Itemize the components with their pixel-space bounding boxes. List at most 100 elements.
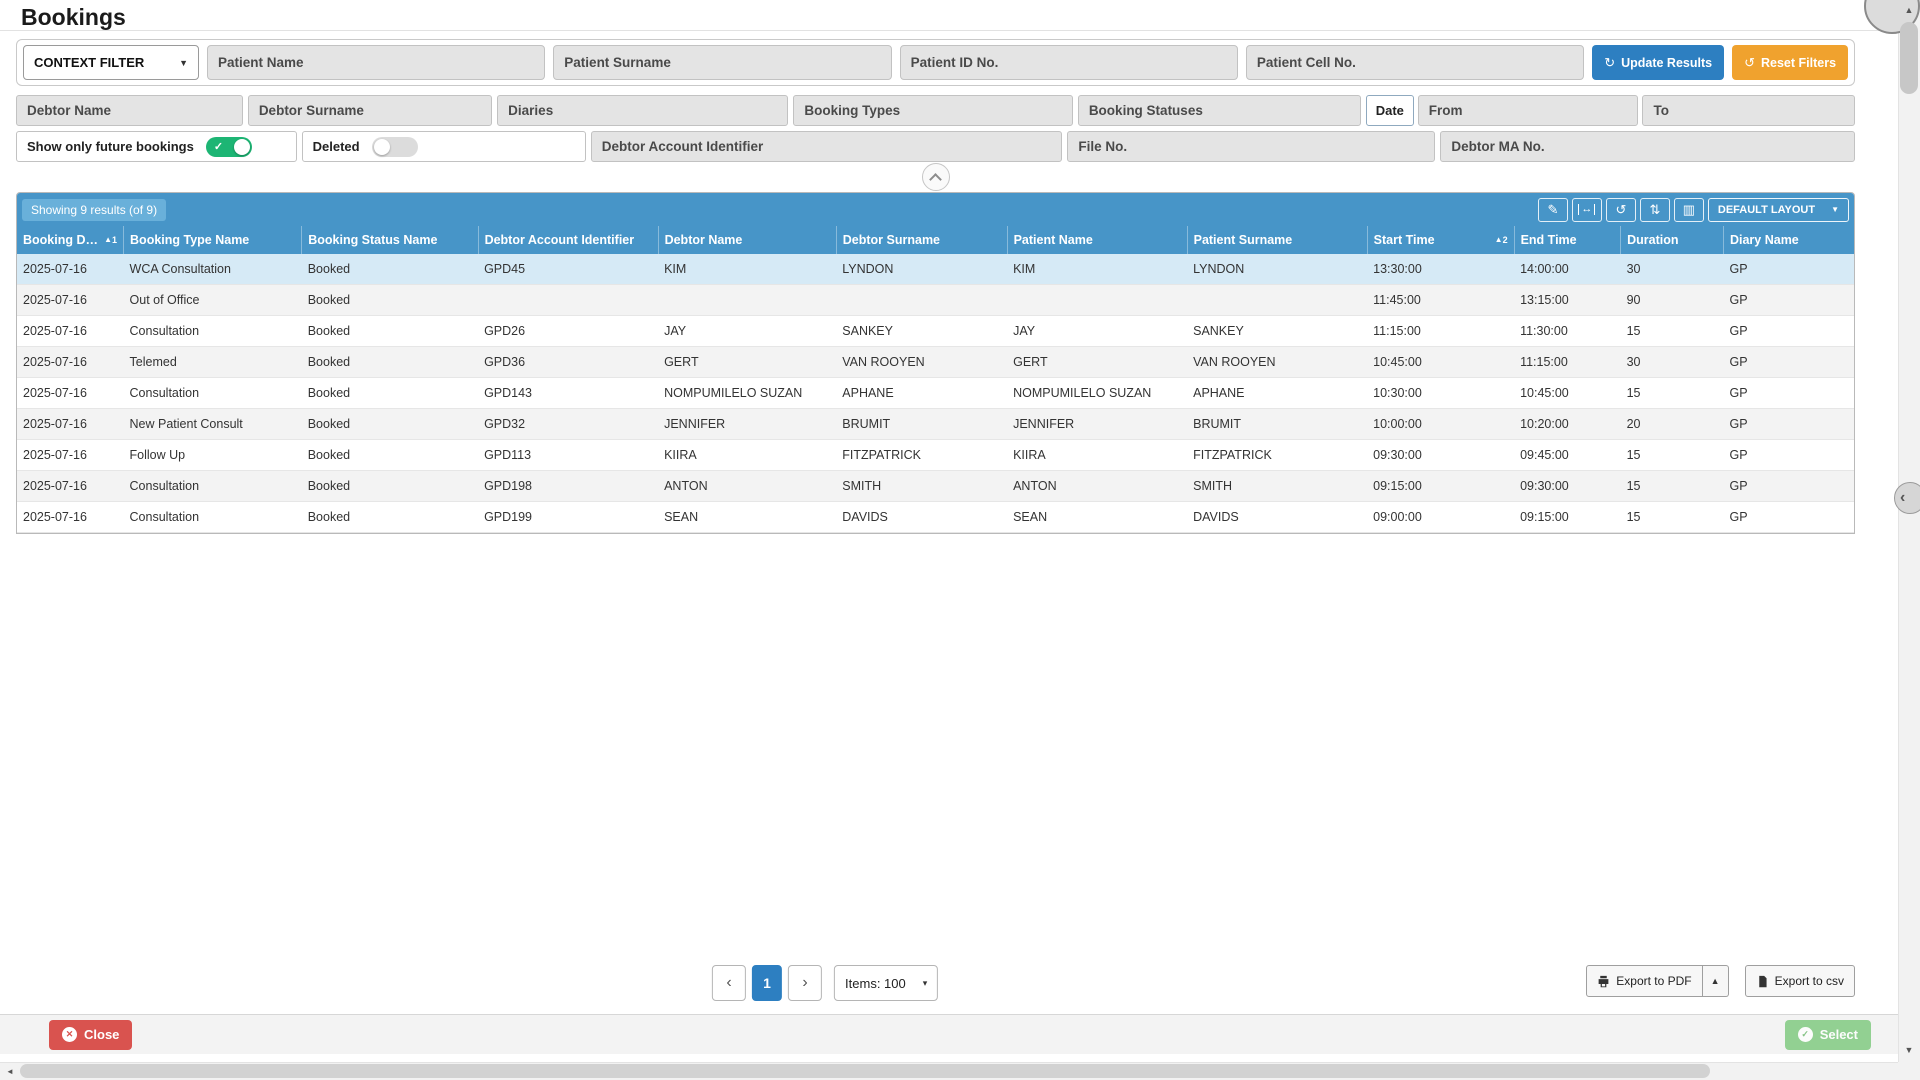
table-cell: SEAN [1007, 502, 1187, 533]
table-cell: GP [1723, 347, 1854, 378]
toggle-knob [374, 139, 390, 155]
side-panel-handle[interactable]: ‹ [1894, 482, 1920, 514]
patient-id-input[interactable] [900, 45, 1238, 80]
collapse-filters-button[interactable] [922, 163, 950, 191]
table-cell: JENNIFER [658, 409, 836, 440]
scroll-left-arrow[interactable]: ◄ [0, 1062, 20, 1080]
table-cell: Booked [302, 254, 478, 285]
table-row[interactable]: 2025-07-16Follow UpBookedGPD113KIIRAFITZ… [17, 440, 1854, 471]
column-header[interactable]: Debtor Name [658, 226, 836, 254]
future-bookings-toggle[interactable]: ✓ [206, 137, 252, 157]
table-cell: 13:30:00 [1367, 254, 1514, 285]
close-button[interactable]: ✕ Close [49, 1020, 132, 1050]
debtor-surname-input[interactable] [248, 95, 492, 126]
booking-types-input[interactable] [793, 95, 1072, 126]
debtor-account-input[interactable] [591, 131, 1063, 162]
column-header[interactable]: Booking Type Name [124, 226, 302, 254]
column-header[interactable]: Start Time▲2 [1367, 226, 1514, 254]
edit-icon-button[interactable]: ✎ [1538, 198, 1568, 222]
check-icon: ✓ [1798, 1027, 1813, 1042]
layout-selector[interactable]: DEFAULT LAYOUT ▼ [1708, 198, 1849, 222]
debtor-ma-input[interactable] [1440, 131, 1855, 162]
update-results-button[interactable]: ↻ Update Results [1592, 45, 1724, 80]
table-row[interactable]: 2025-07-16ConsultationBookedGPD26JAYSANK… [17, 316, 1854, 347]
sort-icon-button[interactable]: ⇅ [1640, 198, 1670, 222]
vertical-scroll-thumb[interactable] [1900, 22, 1918, 94]
date-to-input[interactable] [1642, 95, 1855, 126]
export-csv-button[interactable]: Export to csv [1745, 965, 1855, 997]
table-cell: BRUMIT [836, 409, 1007, 440]
column-header[interactable]: Patient Name [1007, 226, 1187, 254]
export-options-button[interactable]: ▲ [1703, 965, 1729, 997]
column-header[interactable]: Diary Name [1723, 226, 1854, 254]
diaries-input[interactable] [497, 95, 788, 126]
caret-down-icon: ▼ [179, 58, 188, 68]
context-filter-value: CONTEXT FILTER [34, 55, 144, 70]
file-no-input[interactable] [1067, 131, 1435, 162]
table-cell: ANTON [1007, 471, 1187, 502]
future-bookings-label: Show only future bookings [27, 139, 194, 154]
export-pdf-button[interactable]: Export to PDF [1586, 965, 1702, 997]
patient-name-input[interactable] [207, 45, 545, 80]
scroll-down-arrow[interactable]: ▼ [1898, 1040, 1920, 1060]
column-label: Debtor Surname [843, 233, 940, 247]
reset-filters-button[interactable]: ↺ Reset Filters [1732, 45, 1848, 80]
filter-panel-top: CONTEXT FILTER ▼ ↻ Update Results ↺ Rese… [16, 39, 1855, 86]
patient-surname-input[interactable] [553, 45, 891, 80]
reset-grid-icon-button[interactable]: ↺ [1606, 198, 1636, 222]
next-page-button[interactable]: › [788, 965, 822, 1001]
horizontal-scroll-thumb[interactable] [20, 1064, 1710, 1078]
table-cell: 11:45:00 [1367, 285, 1514, 316]
current-page-button[interactable]: 1 [752, 965, 782, 1001]
table-cell [1007, 285, 1187, 316]
select-button[interactable]: ✓ Select [1785, 1020, 1871, 1050]
table-cell: 15 [1621, 471, 1724, 502]
table-cell: GP [1723, 285, 1854, 316]
table-cell: NOMPUMILELO SUZAN [1007, 378, 1187, 409]
grid-body: 2025-07-16WCA ConsultationBookedGPD45KIM… [17, 254, 1854, 533]
table-row[interactable]: 2025-07-16ConsultationBookedGPD198ANTONS… [17, 471, 1854, 502]
table-row[interactable]: 2025-07-16Out of OfficeBooked11:45:0013:… [17, 285, 1854, 316]
table-cell: GPD113 [478, 440, 658, 471]
column-header[interactable]: Booking Date▲1 [17, 226, 124, 254]
layout-selector-value: DEFAULT LAYOUT [1718, 204, 1815, 216]
column-header[interactable]: Debtor Surname [836, 226, 1007, 254]
table-cell: JAY [658, 316, 836, 347]
column-header[interactable]: Duration [1621, 226, 1724, 254]
date-from-input[interactable] [1418, 95, 1639, 126]
table-row[interactable]: 2025-07-16ConsultationBookedGPD199SEANDA… [17, 502, 1854, 533]
deleted-toggle[interactable]: ✓ [372, 137, 418, 157]
column-header[interactable]: Debtor Account Identifier [478, 226, 658, 254]
items-per-page-select[interactable]: Items: 100 ▾ [834, 965, 938, 1001]
column-header[interactable]: Booking Status Name [302, 226, 478, 254]
booking-statuses-input[interactable] [1078, 95, 1361, 126]
debtor-name-input[interactable] [16, 95, 243, 126]
table-cell: 09:15:00 [1514, 502, 1621, 533]
bookings-table: Booking Date▲1Booking Type NameBooking S… [17, 226, 1854, 533]
columns-icon-button[interactable]: ▥ [1674, 198, 1704, 222]
table-cell: 10:30:00 [1367, 378, 1514, 409]
pager-row: ‹ 1 › Items: 100 ▾ Export to PDF [16, 965, 1855, 1001]
table-cell: 09:15:00 [1367, 471, 1514, 502]
table-cell: GPD198 [478, 471, 658, 502]
context-filter-select[interactable]: CONTEXT FILTER ▼ [23, 45, 199, 80]
table-cell: 15 [1621, 316, 1724, 347]
column-header[interactable]: Patient Surname [1187, 226, 1367, 254]
fit-columns-icon-button[interactable]: ↔ [1572, 198, 1602, 222]
table-row[interactable]: 2025-07-16New Patient ConsultBookedGPD32… [17, 409, 1854, 440]
current-page-number: 1 [763, 975, 771, 991]
title-divider [0, 30, 1898, 31]
previous-page-button[interactable]: ‹ [712, 965, 746, 1001]
vertical-scrollbar[interactable] [1898, 0, 1920, 1062]
table-row[interactable]: 2025-07-16WCA ConsultationBookedGPD45KIM… [17, 254, 1854, 285]
caret-down-icon: ▼ [1831, 205, 1839, 214]
scroll-up-arrow[interactable]: ▲ [1898, 0, 1920, 20]
column-header[interactable]: End Time [1514, 226, 1621, 254]
table-row[interactable]: 2025-07-16ConsultationBookedGPD143NOMPUM… [17, 378, 1854, 409]
table-cell: 15 [1621, 502, 1724, 533]
grid-toolbar: Showing 9 results (of 9) ✎↔↺⇅▥ DEFAULT L… [17, 193, 1854, 226]
table-row[interactable]: 2025-07-16TelemedBookedGPD36GERTVAN ROOY… [17, 347, 1854, 378]
table-cell: 2025-07-16 [17, 409, 124, 440]
printer-icon [1597, 975, 1610, 988]
patient-cell-input[interactable] [1246, 45, 1584, 80]
